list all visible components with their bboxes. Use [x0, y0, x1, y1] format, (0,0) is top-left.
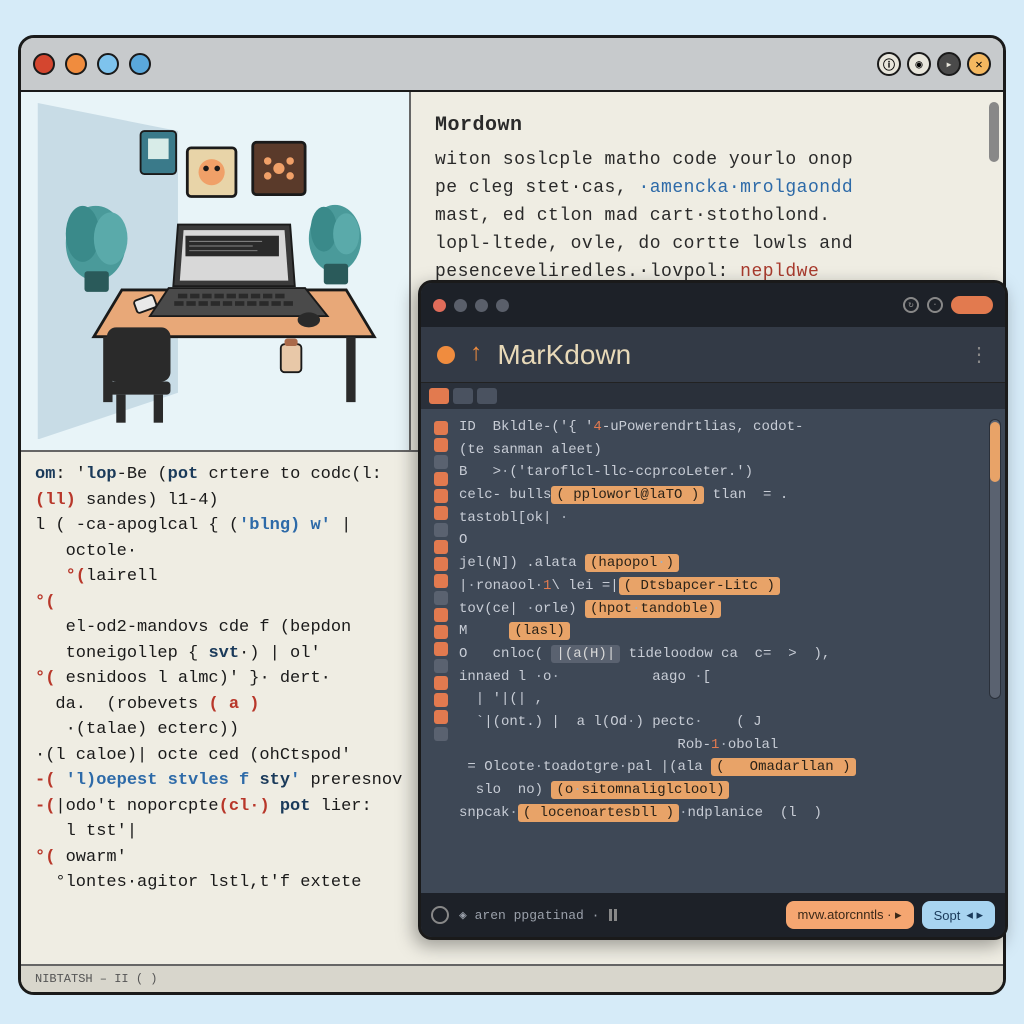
maximize-dot[interactable] [475, 299, 488, 312]
back-titlebar: ⓘ ◉ ▸ ✕ [21, 38, 1003, 92]
arrows-icon: ◂ ▸ [966, 907, 983, 923]
front-titlebar: ↻ · [421, 283, 1005, 327]
line-marker[interactable] [434, 455, 448, 469]
scrollbar-thumb[interactable] [989, 102, 999, 162]
minimize-dot[interactable] [454, 299, 467, 312]
code-line: tov(ce| ·orle) (hpot·tandoble) [459, 599, 999, 621]
line-marker[interactable] [434, 625, 448, 639]
code-line: `|(ont.) | a l(Od·) pectc· ( J [459, 712, 999, 734]
status-left: ◈ aren ppgatinad · [431, 906, 617, 924]
line-marker[interactable] [434, 574, 448, 588]
front-window: ↻ · ↑ MarKdown ⋮ ID Bkldle-('{ '4-uPower… [418, 280, 1008, 940]
line-marker[interactable] [434, 557, 448, 571]
workspace-illustration [21, 92, 411, 450]
code-line: innaed l ·o· aago ·[ [459, 667, 999, 689]
extra-dot[interactable] [129, 53, 151, 75]
tab-3[interactable] [477, 388, 497, 404]
close-icon[interactable]: ✕ [967, 52, 991, 76]
front-titlebar-right: ↻ · [903, 296, 993, 314]
record-icon[interactable] [437, 346, 455, 364]
line-marker[interactable] [434, 489, 448, 503]
tab-2[interactable] [453, 388, 473, 404]
info-icon[interactable]: ⓘ [877, 52, 901, 76]
dot-icon[interactable]: · [927, 297, 943, 313]
editor[interactable]: ID Bkldle-('{ '4-uPowerendrtlias, codot-… [421, 409, 1005, 893]
line-marker[interactable] [434, 506, 448, 520]
line-marker[interactable] [434, 710, 448, 724]
code-line: (te sanman aleet) [459, 440, 999, 462]
toggle-button[interactable] [951, 296, 993, 314]
extra-dot[interactable] [496, 299, 509, 312]
prose-line: witon soslcple matho code yourlo onop [435, 147, 979, 175]
status-right: mvw.atorcnntls · ▸ Sopt ◂ ▸ [786, 901, 995, 929]
back-statusbar: NIBTATSH – II ( ) [21, 964, 1003, 992]
file-title: MarKdown [497, 339, 631, 371]
prose-line: mast, ed ctlon mad cart·stotholond. [435, 203, 979, 231]
code-line: ID Bkldle-('{ '4-uPowerendrtlias, codot- [459, 417, 999, 439]
line-marker[interactable] [434, 659, 448, 673]
code-line: jel(N]) .alata (hapopol·) [459, 553, 999, 575]
code-line: snpcak·( locenoartesbll )·ndplanice (l ) [459, 803, 999, 825]
close-dot[interactable] [33, 53, 55, 75]
user-icon[interactable]: ◉ [907, 52, 931, 76]
code-line: tastobl[ok| · [459, 508, 999, 530]
code-line: M (lasl) [459, 621, 999, 643]
titlebar-right: ⓘ ◉ ▸ ✕ [877, 52, 991, 76]
line-marker[interactable] [434, 540, 448, 554]
code-line: B >·('taroflcl-llc-ccprcoLeter.') [459, 462, 999, 484]
scrollbar[interactable] [989, 419, 1001, 699]
status-text: NIBTATSH – II ( ) [35, 972, 157, 986]
pause-icon[interactable] [609, 909, 617, 921]
traffic-lights [33, 53, 151, 75]
line-marker[interactable] [434, 642, 448, 656]
sort-button-label: Sopt [934, 908, 961, 923]
maximize-dot[interactable] [97, 53, 119, 75]
run-button[interactable]: mvw.atorcnntls · ▸ [786, 901, 914, 929]
minimize-dot[interactable] [65, 53, 87, 75]
play-icon[interactable]: ▸ [937, 52, 961, 76]
code-line: slo no) (o·sitomnaliglclool) [459, 780, 999, 802]
code-body[interactable]: ID Bkldle-('{ '4-uPowerendrtlias, codot-… [453, 417, 999, 885]
prose-title: Mordown [435, 110, 979, 141]
front-statusbar: ◈ aren ppgatinad · mvw.atorcnntls · ▸ So… [421, 893, 1005, 937]
close-dot[interactable] [433, 299, 446, 312]
front-header: ↑ MarKdown ⋮ [421, 327, 1005, 383]
code-line: Rob-1·obolal [459, 735, 999, 757]
scrollbar-thumb[interactable] [990, 422, 1000, 482]
menu-icon[interactable]: ⋮ [969, 342, 989, 368]
line-marker[interactable] [434, 591, 448, 605]
up-arrow-icon[interactable]: ↑ [469, 341, 483, 368]
code-line: celc- bulls( pploworl@laTO ) tlan = . [459, 485, 999, 507]
line-marker[interactable] [434, 472, 448, 486]
branch-label: ◈ aren ppgatinad · [459, 908, 599, 923]
line-marker[interactable] [434, 676, 448, 690]
prose-line: pe cleg stet·cas, ·amencka·mrolgaondd [435, 175, 979, 203]
status-circle-icon[interactable] [431, 906, 449, 924]
code-line: = Olcote·toadotgre·pal |(ala ( Omadarlla… [459, 757, 999, 779]
sort-button[interactable]: Sopt ◂ ▸ [922, 901, 995, 929]
tab-1[interactable] [429, 388, 449, 404]
line-marker[interactable] [434, 727, 448, 741]
code-line: O [459, 530, 999, 552]
line-marker[interactable] [434, 438, 448, 452]
line-marker[interactable] [434, 523, 448, 537]
tabstrip [421, 383, 1005, 409]
line-marker[interactable] [434, 608, 448, 622]
refresh-icon[interactable]: ↻ [903, 297, 919, 313]
gutter [429, 417, 453, 885]
code-line: | '|(| , [459, 689, 999, 711]
line-marker[interactable] [434, 693, 448, 707]
code-line: O cnloc( |(a(H)| tideloodow ca c= > ), [459, 644, 999, 666]
line-marker[interactable] [434, 421, 448, 435]
prose-line: lopl-ltede, ovle, do cortte lowls and [435, 231, 979, 259]
code-line: |·ronaool·1\ lei =|( Dtsbapcer-Litc ) [459, 576, 999, 598]
